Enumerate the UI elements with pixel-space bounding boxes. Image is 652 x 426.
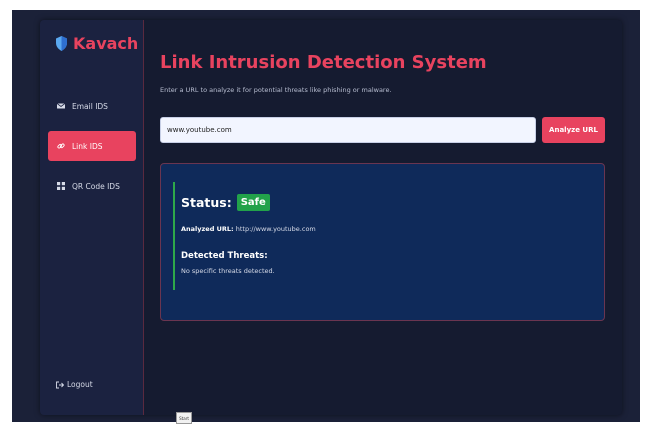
page-subtitle: Enter a URL to analyze it for potential … <box>160 86 392 94</box>
main-content: Link Intrusion Detection System Enter a … <box>144 20 622 415</box>
brand-name: Kavach <box>73 34 139 53</box>
sidebar-item-qr-code-ids[interactable]: QR Code IDS <box>48 171 136 201</box>
sidebar-item-label: QR Code IDS <box>72 181 120 191</box>
sidebar-item-link-ids[interactable]: Link IDS <box>48 131 136 161</box>
status-label: Status: <box>181 195 232 210</box>
page-title: Link Intrusion Detection System <box>160 52 487 73</box>
detected-threats-text: No specific threats detected. <box>181 267 275 275</box>
url-input[interactable] <box>160 117 536 143</box>
analyzed-url-row: Analyzed URL: http://www.youtube.com <box>181 225 316 233</box>
sidebar-item-email-ids[interactable]: Email IDS <box>48 91 136 121</box>
result-status-bar <box>173 182 175 290</box>
analyze-url-button[interactable]: Analyze URL <box>542 117 605 143</box>
status-row: Status: Safe <box>181 194 270 211</box>
sidebar: Kavach Email IDS Link IDS QR Code IDS Lo… <box>40 20 144 415</box>
sidebar-item-label: Link IDS <box>72 141 103 151</box>
analyzed-url-label: Analyzed URL: <box>181 225 234 233</box>
sidebar-item-label: Email IDS <box>72 101 108 111</box>
qr-icon <box>57 182 65 190</box>
result-panel: Status: Safe Analyzed URL: http://www.yo… <box>160 163 605 321</box>
detected-threats-heading: Detected Threats: <box>181 251 268 261</box>
logout-icon <box>56 381 64 388</box>
shield-icon <box>56 36 67 51</box>
logout-button[interactable]: Logout <box>56 380 93 389</box>
app-window: Kavach Email IDS Link IDS QR Code IDS Lo… <box>40 20 622 415</box>
status-badge: Safe <box>236 194 270 211</box>
start-button[interactable]: Start <box>176 412 192 424</box>
mail-icon <box>57 103 65 109</box>
logout-label: Logout <box>67 380 93 389</box>
analyzed-url-value: http://www.youtube.com <box>235 225 316 233</box>
link-icon <box>57 143 65 149</box>
brand: Kavach <box>56 34 138 53</box>
